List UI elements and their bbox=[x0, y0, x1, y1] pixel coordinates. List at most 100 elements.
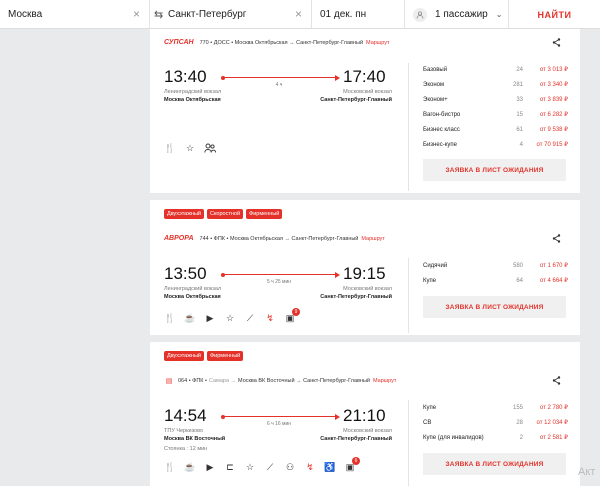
icon-count-badge: 6 bbox=[352, 457, 360, 465]
video-icon[interactable]: ▶ bbox=[204, 461, 216, 473]
badges: Двухэтажный Скоростной Фирменный bbox=[164, 209, 283, 219]
badge: Двухэтажный bbox=[164, 351, 204, 361]
fare-price: от 1 670 ₽ bbox=[539, 263, 568, 269]
luggage-icon[interactable]: ▣ 6 bbox=[344, 457, 360, 473]
fare-row[interactable]: Базовый 24 от 3 013 ₽ bbox=[423, 62, 568, 77]
clear-to-icon[interactable]: × bbox=[295, 8, 305, 20]
restaurant-icon[interactable]: 🍴 bbox=[164, 142, 176, 154]
fare-class: Купе (для инвалидов) bbox=[423, 434, 484, 441]
badge: Фирменный bbox=[246, 209, 283, 219]
fare-row[interactable]: Купе 64 от 4 664 ₽ bbox=[423, 273, 568, 288]
train-route: 744 • ФПК • Москва Октябрьская → Санкт-П… bbox=[199, 235, 359, 242]
amenities: 🍴 ☕ ▶ ⊏ ☆ ⟋ ⚇ ↯ ♿ ▣ 6 bbox=[164, 457, 360, 473]
route-link[interactable]: Маршрут bbox=[366, 40, 389, 46]
fare-price: от 3 013 ₽ bbox=[539, 67, 568, 73]
fare-row[interactable]: СВ 28 от 12 034 ₽ bbox=[423, 415, 568, 430]
from-value: Москва bbox=[8, 9, 43, 20]
badge: Двухэтажный bbox=[164, 209, 204, 219]
stairs-icon[interactable]: ⟋ bbox=[244, 312, 256, 324]
fare-price: от 3 340 ₽ bbox=[539, 82, 568, 88]
duration: 5 ч 25 мин bbox=[266, 279, 292, 285]
fare-row[interactable]: Сидячий 580 от 1 670 ₽ bbox=[423, 258, 568, 273]
swap-icon[interactable]: ⇆ bbox=[154, 8, 164, 21]
video-icon[interactable]: ▶ bbox=[204, 312, 216, 324]
fares-list: Базовый 24 от 3 013 ₽ Эконом 281 от 3 340 ₽ … bbox=[423, 62, 568, 152]
origin-station: Самара → bbox=[208, 378, 237, 384]
train-brand-icon: ▤ bbox=[165, 378, 173, 385]
to-value: Санкт-Петербург bbox=[168, 9, 247, 20]
no-pets-icon[interactable]: ↯ bbox=[264, 312, 276, 324]
fare-seats: 15 bbox=[516, 111, 523, 118]
fare-seats: 580 bbox=[512, 262, 523, 269]
fare-row[interactable]: Эконом 281 от 3 340 ₽ bbox=[423, 77, 568, 92]
passengers-icon[interactable]: ⚇ bbox=[284, 461, 296, 473]
coffee-icon[interactable]: ☕ bbox=[184, 461, 196, 473]
restaurant-icon[interactable]: 🍴 bbox=[164, 461, 176, 473]
route-line bbox=[223, 274, 336, 275]
luggage-icon[interactable]: ▣ 9 bbox=[284, 308, 300, 324]
train-info: АВРОРА 744 • ФПК • Москва Октябрьская → … bbox=[164, 235, 385, 242]
star-service-icon[interactable]: ☆ bbox=[224, 312, 236, 324]
train-route: 770 • ДОСС • Москва Октябрьская → Санкт-… bbox=[199, 39, 364, 46]
clear-from-icon[interactable]: × bbox=[133, 8, 143, 20]
fare-seats: 2 bbox=[519, 434, 523, 441]
to-field[interactable]: ⇆ Санкт-Петербург × bbox=[150, 0, 312, 29]
bed-icon[interactable]: ⊏ bbox=[224, 461, 236, 473]
arrive-time: 21:10 bbox=[343, 406, 386, 425]
depart-city: Москва ВК Восточный bbox=[164, 436, 226, 442]
stairs-icon[interactable]: ⟋ bbox=[264, 461, 276, 473]
date-field[interactable]: 01 дек. пн bbox=[312, 0, 405, 29]
train-route: Москва ВК Восточный → Санкт-Петербург-Гл… bbox=[238, 378, 370, 384]
fare-row[interactable]: Бизнес-купе 4 от 70 915 ₽ bbox=[423, 137, 568, 152]
star-service-icon[interactable]: ☆ bbox=[244, 461, 256, 473]
from-field[interactable]: Москва × bbox=[0, 0, 150, 29]
route-line bbox=[223, 416, 336, 417]
coffee-icon[interactable]: ☕ bbox=[184, 312, 196, 324]
fare-class: Бизнес-купе bbox=[423, 141, 457, 148]
card-divider bbox=[408, 400, 409, 486]
activation-watermark: Акт bbox=[578, 466, 596, 478]
share-icon[interactable] bbox=[552, 234, 562, 244]
fare-row[interactable]: Вагон-бистро 15 от 6 282 ₽ bbox=[423, 107, 568, 122]
fare-row[interactable]: Эконом+ 33 от 3 839 ₽ bbox=[423, 92, 568, 107]
share-icon[interactable] bbox=[552, 38, 562, 48]
fare-price: от 12 034 ₽ bbox=[536, 420, 568, 426]
fare-seats: 33 bbox=[516, 96, 523, 103]
arrow-icon bbox=[335, 75, 340, 81]
passengers-field[interactable]: 1 пассажир ⌄ bbox=[405, 0, 509, 29]
brand-logo: СУПСАН bbox=[164, 39, 194, 46]
fare-price: от 2 780 ₽ bbox=[539, 405, 568, 411]
restaurant-icon[interactable]: 🍴 bbox=[164, 312, 176, 324]
search-bar: Москва × ⇆ Санкт-Петербург × 01 дек. пн … bbox=[0, 0, 600, 29]
depart-city: Москва Октябрьская bbox=[164, 294, 221, 300]
star-service-icon[interactable]: ☆ bbox=[184, 142, 196, 154]
fare-class: Бизнес класс bbox=[423, 126, 460, 133]
share-icon[interactable] bbox=[552, 376, 562, 386]
no-pets-icon[interactable]: ↯ bbox=[304, 461, 316, 473]
route-link[interactable]: Маршрут bbox=[361, 236, 384, 242]
fares-list: Сидячий 580 от 1 670 ₽ Купе 64 от 4 664 ₽ bbox=[423, 258, 568, 288]
fare-seats: 4 bbox=[519, 141, 523, 148]
waitlist-button[interactable]: ЗАЯВКА В ЛИСТ ОЖИДАНИЯ bbox=[423, 453, 566, 475]
wheelchair-icon[interactable]: ♿ bbox=[324, 461, 336, 473]
depart-station: Ленинградский вокзал bbox=[164, 286, 222, 292]
waitlist-button[interactable]: ЗАЯВКА В ЛИСТ ОЖИДАНИЯ bbox=[423, 159, 566, 181]
passengers-icon[interactable] bbox=[204, 142, 216, 154]
find-button[interactable]: НАЙТИ bbox=[509, 0, 600, 29]
waitlist-button[interactable]: ЗАЯВКА В ЛИСТ ОЖИДАНИЯ bbox=[423, 296, 566, 318]
fare-seats: 281 bbox=[512, 81, 523, 88]
amenities: 🍴 ☆ bbox=[164, 142, 216, 154]
fare-price: от 6 282 ₽ bbox=[539, 112, 568, 118]
fare-row[interactable]: Купе (для инвалидов) 2 от 2 581 ₽ bbox=[423, 430, 568, 445]
train-info: СУПСАН 770 • ДОСС • Москва Октябрьская →… bbox=[164, 39, 390, 46]
fare-row[interactable]: Купе 155 от 2 780 ₽ bbox=[423, 400, 568, 415]
fare-row[interactable]: Бизнес класс 61 от 9 538 ₽ bbox=[423, 122, 568, 137]
arrive-time: 19:15 bbox=[343, 264, 386, 283]
train-card-1: СУПСАН 770 • ДОСС • Москва Октябрьская →… bbox=[150, 29, 580, 193]
fare-class: Купе bbox=[423, 277, 437, 284]
arrive-city: Санкт-Петербург-Главный bbox=[320, 436, 392, 442]
passengers-value: 1 пассажир bbox=[435, 9, 488, 20]
card-divider bbox=[408, 63, 409, 191]
arrive-city: Санкт-Петербург-Главный bbox=[320, 294, 392, 300]
route-link[interactable]: Маршрут bbox=[373, 378, 396, 384]
